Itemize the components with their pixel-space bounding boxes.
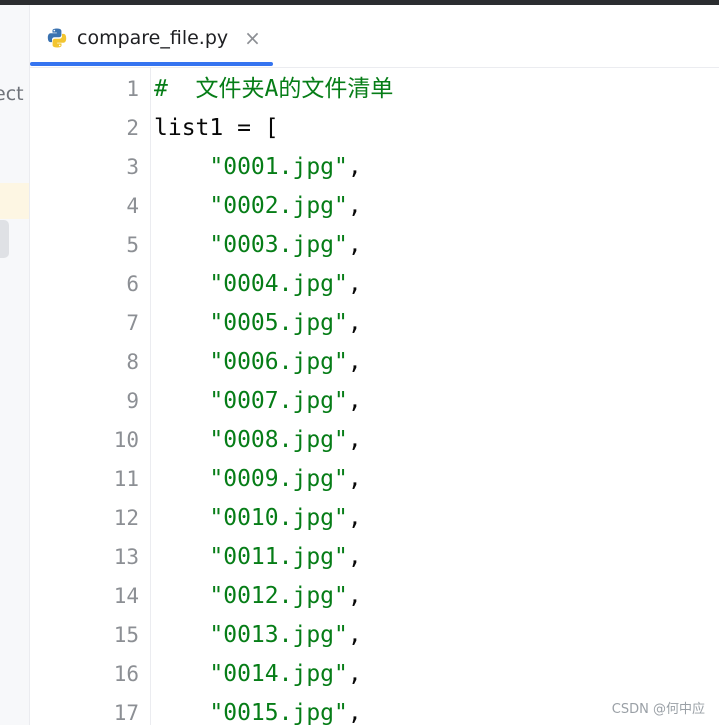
code-list-item[interactable]: "0002.jpg",	[154, 187, 361, 226]
line-number: 16	[113, 662, 139, 686]
watermark-text: CSDN @何中应	[611, 702, 705, 717]
project-panel-label: ect	[0, 83, 24, 105]
code-list-item[interactable]: "0004.jpg",	[154, 265, 361, 304]
code-list-item[interactable]: "0005.jpg",	[154, 304, 361, 343]
line-number: 2	[126, 116, 139, 140]
line-number: 13	[113, 545, 139, 569]
code-list-item[interactable]: "0014.jpg",	[154, 655, 361, 694]
line-number: 5	[126, 233, 139, 257]
code-list-item[interactable]: "0003.jpg",	[154, 226, 361, 265]
line-number-gutter: 1 2 3 4 5 6 7 8 9 10 11 12 13 14 15 16 1…	[30, 68, 149, 725]
code-list-item[interactable]: "0007.jpg",	[154, 382, 361, 421]
code-list-item[interactable]: "0010.jpg",	[154, 499, 361, 538]
line-number: 14	[113, 584, 139, 608]
line-number: 4	[126, 194, 139, 218]
code-list-item[interactable]: "0013.jpg",	[154, 616, 361, 655]
line-number: 3	[126, 155, 139, 179]
tab-label: compare_file.py	[77, 27, 229, 49]
active-tab-indicator	[30, 62, 273, 66]
code-list-item[interactable]: "0015.jpg",	[154, 694, 361, 725]
python-icon	[47, 28, 67, 48]
tab-compare-file[interactable]: compare_file.py ×	[46, 23, 261, 53]
code-list-declaration[interactable]: list1 = [	[154, 109, 279, 148]
line-number: 1	[126, 77, 139, 101]
code-list-item[interactable]: "0012.jpg",	[154, 577, 361, 616]
project-tree-highlight-row[interactable]	[0, 183, 29, 219]
line-number: 8	[126, 350, 139, 374]
code-list-item[interactable]: "0009.jpg",	[154, 460, 361, 499]
line-number: 17	[113, 701, 139, 725]
project-tool-window[interactable]: ect	[0, 5, 30, 725]
line-number: 6	[126, 272, 139, 296]
line-number: 7	[126, 311, 139, 335]
code-comment[interactable]: # 文件夹A的文件清单	[154, 70, 393, 109]
close-icon[interactable]: ×	[244, 28, 261, 48]
project-tree-selected-row[interactable]	[0, 220, 9, 258]
line-number: 9	[126, 389, 139, 413]
line-number: 15	[113, 623, 139, 647]
code-list-item[interactable]: "0011.jpg",	[154, 538, 361, 577]
code-list-item[interactable]: "0008.jpg",	[154, 421, 361, 460]
line-number: 11	[113, 467, 139, 491]
code-editor[interactable]: 1 2 3 4 5 6 7 8 9 10 11 12 13 14 15 16 1…	[30, 68, 719, 725]
code-list-item[interactable]: "0001.jpg",	[154, 148, 361, 187]
code-list-item[interactable]: "0006.jpg",	[154, 343, 361, 382]
gutter-divider	[150, 68, 151, 725]
line-number: 10	[113, 428, 139, 452]
line-number: 12	[113, 506, 139, 530]
editor-tab-bar: compare_file.py ×	[30, 5, 719, 68]
